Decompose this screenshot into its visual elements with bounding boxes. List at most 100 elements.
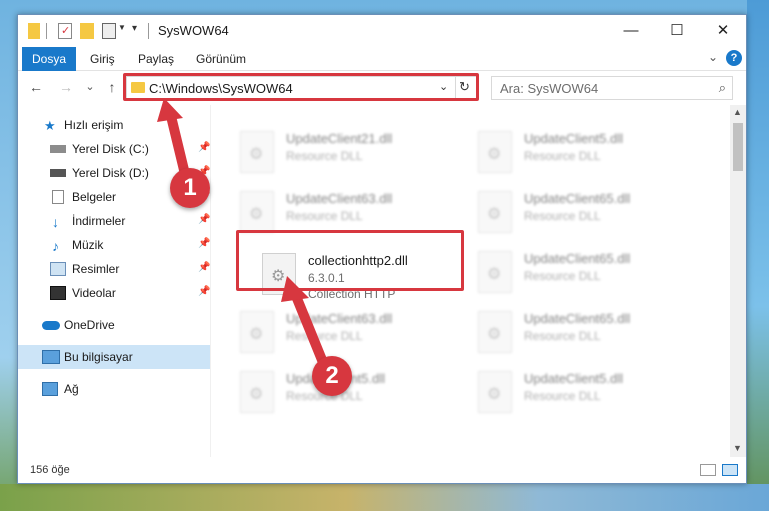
- pin-icon[interactable]: 📌: [198, 286, 210, 297]
- picture-icon: [50, 262, 66, 276]
- tab-share[interactable]: Paylaş: [128, 47, 184, 71]
- star-icon: ★: [44, 118, 56, 133]
- scroll-down-icon[interactable]: ▼: [733, 443, 742, 453]
- sidebar-item-pictures[interactable]: Resimler 📌: [18, 257, 210, 281]
- forward-button[interactable]: →: [56, 77, 76, 97]
- sidebar-item-local-disk-c[interactable]: Yerel Disk (C:) 📌: [18, 137, 210, 161]
- properties-icon[interactable]: ✓: [58, 23, 72, 39]
- tab-file[interactable]: Dosya: [22, 47, 77, 71]
- file-description: Resource DLL: [524, 389, 601, 403]
- help-icon[interactable]: ?: [726, 50, 742, 66]
- file-list: ⚙ UpdateClient21.dll Resource DLL ⚙ Upda…: [212, 105, 730, 457]
- file-name: UpdateClient63.dll: [286, 191, 393, 206]
- vertical-scrollbar[interactable]: ▲ ▼: [730, 105, 746, 457]
- list-item-collectionhttp2[interactable]: ⚙ collectionhttp2.dll 6.3.0.1 Collection…: [262, 251, 492, 301]
- file-description: Resource DLL: [286, 329, 363, 343]
- pin-icon[interactable]: 📌: [198, 238, 210, 249]
- sidebar-item-label: Ağ: [64, 382, 79, 396]
- file-description: Resource DLL: [524, 269, 601, 283]
- title-bar: ✓ ▼ ▾ SysWOW64 — ☐ ✕: [18, 15, 746, 47]
- close-button[interactable]: ✕: [700, 15, 746, 47]
- pin-icon[interactable]: 📌: [198, 214, 210, 225]
- dll-file-icon: ⚙: [478, 311, 512, 353]
- search-icon: ⌕: [718, 80, 726, 95]
- sidebar-item-videos[interactable]: Videolar 📌: [18, 281, 210, 305]
- new-folder-icon[interactable]: [80, 23, 94, 39]
- chevron-down-icon[interactable]: ⌄: [439, 80, 448, 93]
- address-bar[interactable]: C:\Windows\SysWOW64 ⌄ ↻: [126, 76, 478, 100]
- customize-toolbar-icon[interactable]: [102, 23, 116, 39]
- navigation-bar: ← → ⌄ ↑ C:\Windows\SysWOW64 ⌄ ↻ Ara: Sys…: [18, 71, 746, 105]
- tiles-view-icon[interactable]: [722, 464, 738, 476]
- list-item[interactable]: ⚙ UpdateClient5.dll Resource DLL: [240, 369, 470, 419]
- folder-icon: [131, 82, 145, 93]
- dll-file-icon: ⚙: [240, 191, 274, 233]
- drive-icon: [50, 145, 66, 153]
- list-item[interactable]: ⚙ UpdateClient5.dll Resource DLL: [478, 129, 708, 179]
- address-path: C:\Windows\SysWOW64: [149, 81, 293, 96]
- sidebar-item-downloads[interactable]: ↓ İndirmeler 📌: [18, 209, 210, 233]
- list-item[interactable]: ⚙ UpdateClient63.dll Resource DLL: [240, 189, 470, 239]
- recent-locations-button[interactable]: ⌄: [80, 77, 100, 97]
- sidebar-item-label: Yerel Disk (D:): [72, 166, 149, 180]
- file-name: UpdateClient21.dll: [286, 131, 393, 146]
- minimize-button[interactable]: —: [608, 15, 654, 47]
- sidebar-item-label: Hızlı erişim: [64, 118, 124, 132]
- ribbon-tabs: Dosya Giriş Paylaş Görünüm ⌄ ?: [18, 47, 746, 71]
- dll-file-icon: ⚙: [478, 251, 512, 293]
- maximize-button[interactable]: ☐: [654, 15, 700, 47]
- search-input[interactable]: Ara: SysWOW64 ⌕: [491, 76, 733, 100]
- sidebar-item-label: Müzik: [72, 238, 104, 252]
- video-icon: [50, 286, 66, 300]
- list-item[interactable]: ⚙ UpdateClient65.dll Resource DLL: [478, 189, 708, 239]
- dropdown-arrow-icon[interactable]: ▾: [132, 23, 142, 39]
- item-count: 156 öğe: [30, 464, 70, 476]
- sidebar-item-quick-access[interactable]: ★ Hızlı erişim: [18, 113, 210, 137]
- sidebar-item-this-pc[interactable]: Bu bilgisayar: [18, 345, 210, 369]
- step-2-badge: 2: [312, 356, 352, 396]
- file-name: UpdateClient65.dll: [524, 251, 631, 266]
- title-separator: [148, 23, 149, 39]
- scroll-thumb[interactable]: [733, 123, 743, 171]
- sidebar-item-label: OneDrive: [64, 318, 115, 332]
- explorer-window: ✓ ▼ ▾ SysWOW64 — ☐ ✕ Dosya Giriş Paylaş …: [17, 14, 747, 484]
- tab-view[interactable]: Görünüm: [186, 47, 256, 71]
- music-icon: ♪: [52, 238, 59, 254]
- back-button[interactable]: ←: [26, 77, 46, 97]
- file-name: UpdateClient5.dll: [524, 131, 624, 146]
- sidebar-item-label: Belgeler: [72, 190, 117, 204]
- file-name: UpdateClient63.dll: [286, 311, 393, 326]
- document-icon: [52, 190, 64, 204]
- dll-file-icon: ⚙: [240, 371, 274, 413]
- refresh-button[interactable]: ↻: [459, 79, 470, 95]
- scroll-up-icon[interactable]: ▲: [733, 107, 742, 117]
- dll-file-icon: ⚙: [240, 311, 274, 353]
- tab-home[interactable]: Giriş: [80, 47, 125, 71]
- desktop-background-right: [747, 0, 769, 511]
- sidebar-item-onedrive[interactable]: OneDrive: [18, 313, 210, 337]
- list-item[interactable]: ⚙ UpdateClient5.dll Resource DLL: [478, 369, 708, 419]
- drive-icon: [50, 169, 66, 177]
- pin-icon[interactable]: 📌: [198, 262, 210, 273]
- list-item[interactable]: ⚙ UpdateClient63.dll Resource DLL: [240, 309, 470, 359]
- file-name: collectionhttp2.dll: [308, 253, 408, 268]
- folder-icon: [28, 23, 40, 39]
- expand-ribbon-icon[interactable]: ⌄: [708, 50, 718, 64]
- sidebar-item-music[interactable]: ♪ Müzik 📌: [18, 233, 210, 257]
- pin-icon[interactable]: 📌: [198, 142, 210, 153]
- file-name: UpdateClient5.dll: [524, 371, 624, 386]
- details-view-icon[interactable]: [700, 464, 716, 476]
- list-item[interactable]: ⚙ UpdateClient65.dll Resource DLL: [478, 309, 708, 359]
- dll-file-icon: ⚙: [262, 253, 296, 295]
- sidebar-item-label: Videolar: [72, 286, 116, 300]
- address-separator: [455, 77, 456, 99]
- chevron-down-icon[interactable]: ▼: [118, 23, 126, 39]
- list-item[interactable]: ⚙ UpdateClient21.dll Resource DLL: [240, 129, 470, 179]
- sidebar-item-network[interactable]: Ağ: [18, 377, 210, 401]
- list-item[interactable]: ⚙ UpdateClient65.dll Resource DLL: [478, 249, 708, 299]
- file-description: Resource DLL: [524, 209, 601, 223]
- up-button[interactable]: ↑: [102, 77, 122, 97]
- file-version: 6.3.0.1: [308, 271, 345, 285]
- dll-file-icon: ⚙: [478, 131, 512, 173]
- navigation-pane: ★ Hızlı erişim Yerel Disk (C:) 📌 Yerel D…: [18, 105, 211, 457]
